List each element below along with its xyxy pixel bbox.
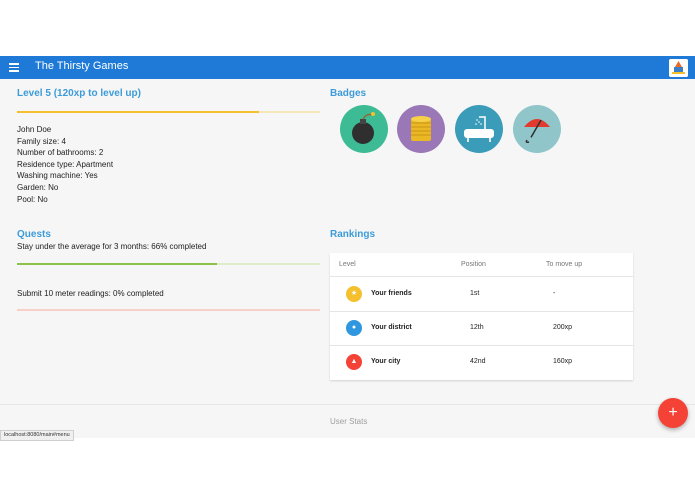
header-position: Position xyxy=(461,261,486,268)
bomb-badge[interactable] xyxy=(340,105,388,153)
ranking-level: Your city xyxy=(371,358,401,365)
droplet-icon: ● xyxy=(346,320,362,336)
level-progress-bar xyxy=(17,111,320,113)
ranking-row-friends[interactable]: ★ Your friends 1st - xyxy=(330,277,633,312)
level-progress-fill xyxy=(17,111,260,113)
header-move-up: To move up xyxy=(546,261,583,268)
quest-1-progress-fill xyxy=(17,263,217,265)
profile-garden: Garden: No xyxy=(17,182,59,192)
level-title: Level 5 (120xp to level up) xyxy=(17,88,141,99)
ranking-level: Your friends xyxy=(371,290,412,297)
profile-name: John Doe xyxy=(17,125,52,134)
bomb-icon xyxy=(352,112,375,144)
ranking-level: Your district xyxy=(371,324,412,331)
ranking-move-up: - xyxy=(553,290,556,297)
ranking-row-city[interactable]: ▲ Your city 42nd 160xp xyxy=(330,345,633,379)
profile-washing-machine: Washing machine: Yes xyxy=(17,171,98,181)
footer-divider xyxy=(0,404,695,405)
profile-bathrooms: Number of bathrooms: 2 xyxy=(17,148,104,158)
profile-family-size: Family size: 4 xyxy=(17,136,66,146)
coins-icon xyxy=(411,116,431,141)
quest-2-progress-bar xyxy=(17,309,320,311)
profile-info: John Doe Family size: 4 Number of bathro… xyxy=(17,124,113,205)
star-icon: ★ xyxy=(346,286,362,302)
umbrella-icon xyxy=(524,119,550,143)
quests-title: Quests xyxy=(17,229,51,240)
header-level: Level xyxy=(339,261,356,268)
quest-2-text: Submit 10 meter readings: 0% completed xyxy=(17,289,164,298)
ranking-position: 42nd xyxy=(470,358,486,365)
ranking-move-up: 200xp xyxy=(553,324,573,331)
profile-pool: Pool: No xyxy=(17,194,48,204)
bathtub-badge[interactable] xyxy=(455,105,503,153)
profile-residence: Residence type: Apartment xyxy=(17,159,114,169)
triangle-icon: ▲ xyxy=(346,354,362,370)
ranking-move-up: 160xp xyxy=(553,358,573,365)
rankings-header: Level Position To move up xyxy=(330,253,633,277)
add-button[interactable]: + xyxy=(658,398,688,428)
bathtub-icon xyxy=(464,116,494,142)
ranking-position: 12th xyxy=(470,324,484,331)
avatar[interactable] xyxy=(669,59,688,77)
umbrella-badge[interactable] xyxy=(513,105,561,153)
ranking-position: 1st xyxy=(470,290,480,297)
quest-1-progress-bar xyxy=(17,263,320,265)
status-bar-url: localhost:8080/main#menu xyxy=(0,430,74,441)
badges-title: Badges xyxy=(330,88,367,99)
coins-badge[interactable] xyxy=(397,105,445,153)
rankings-title: Rankings xyxy=(330,229,376,240)
app-bar: The Thirsty Games xyxy=(0,56,695,79)
app-title: The Thirsty Games xyxy=(35,60,129,72)
ranking-row-district[interactable]: ● Your district 12th 200xp xyxy=(330,311,633,346)
rankings-table: Level Position To move up ★ Your friends… xyxy=(330,253,633,380)
quest-1-text: Stay under the average for 3 months: 66%… xyxy=(17,242,207,251)
menu-icon[interactable] xyxy=(9,63,19,72)
user-stats-label[interactable]: User Stats xyxy=(330,417,367,426)
